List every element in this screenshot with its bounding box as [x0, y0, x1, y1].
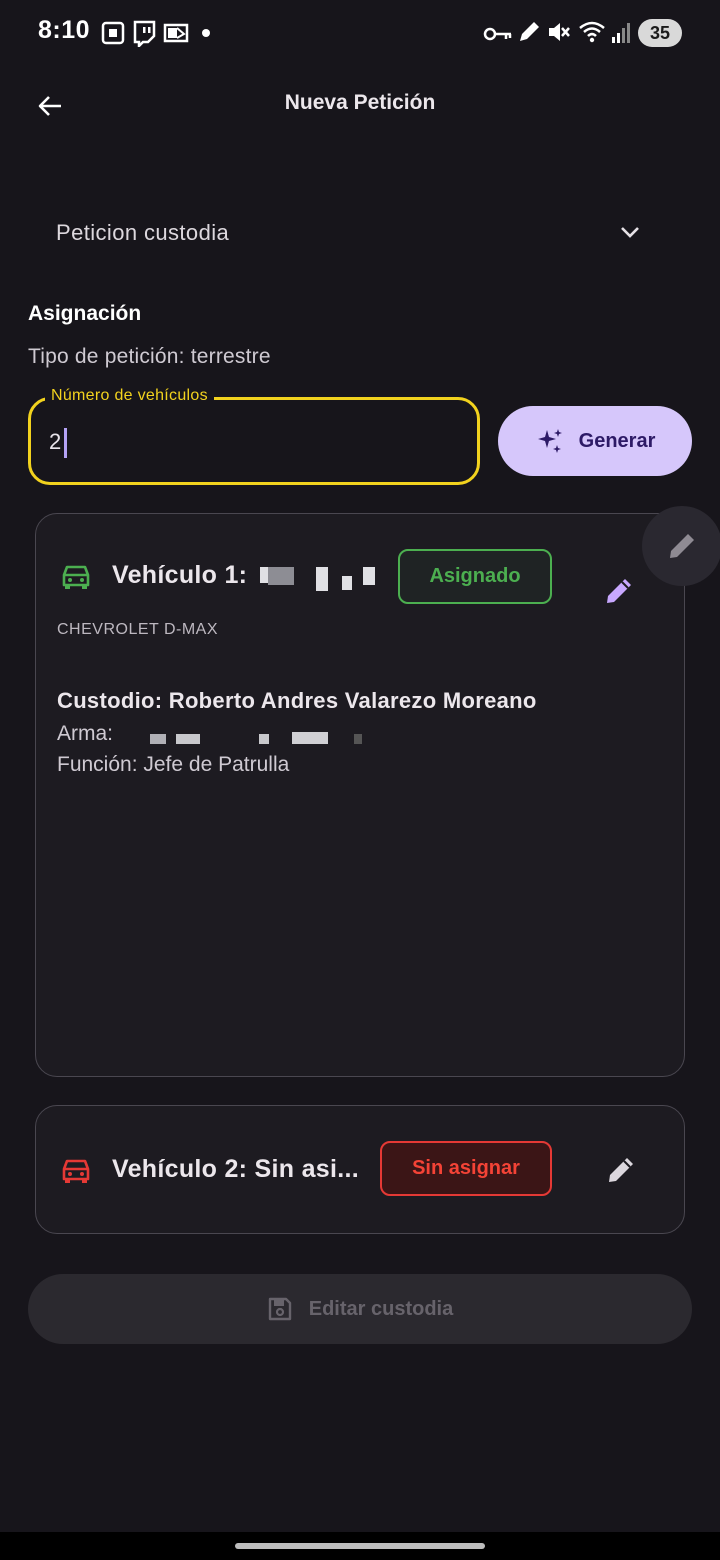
- car-icon: [62, 1159, 90, 1183]
- vehicle-2-title: Vehículo 2: Sin asi...: [112, 1155, 359, 1183]
- save-icon: [268, 1297, 291, 1321]
- function-label: Función: Jefe de Patrulla: [57, 753, 290, 776]
- status-badge: Sin asignar: [380, 1141, 552, 1196]
- edit-icon[interactable]: [604, 1153, 638, 1187]
- custodian-name: Custodio: Roberto Andres Valarezo Morean…: [57, 688, 537, 713]
- twitch-icon: [133, 20, 156, 47]
- status-badge: Asignado: [398, 549, 552, 604]
- vehicle-model: CHEVROLET D-MAX: [57, 621, 219, 638]
- page-title: Nueva Petición: [284, 91, 436, 114]
- floating-edit-button[interactable]: [642, 506, 720, 586]
- vehicle-1-title: Vehículo 1:: [112, 561, 248, 589]
- vehicle-count-label: Número de vehículos: [45, 387, 214, 405]
- generate-button-label: Generar: [578, 429, 656, 452]
- edit-icon: [670, 534, 694, 558]
- screen-record-icon: [101, 21, 125, 45]
- redacted-weapon: [150, 734, 166, 744]
- request-type-dropdown[interactable]: Peticion custodia: [28, 196, 692, 272]
- vpn-key-icon: [483, 27, 512, 41]
- sparkles-icon: [537, 429, 562, 453]
- redacted-plate: [260, 567, 268, 583]
- weapon-label: Arma:: [57, 722, 114, 745]
- status-bar: 8:10 35: [0, 0, 720, 66]
- generate-button[interactable]: Generar: [498, 406, 692, 476]
- outlook-icon: [163, 23, 189, 43]
- section-title: Asignación: [28, 302, 142, 325]
- pen-icon: [520, 22, 539, 41]
- mute-icon: [549, 23, 570, 41]
- text-caret: [64, 428, 67, 458]
- vehicle-count-input[interactable]: [49, 422, 449, 462]
- chevron-down-icon: [621, 227, 639, 238]
- vehicle-card-1[interactable]: Vehículo 1: Asignado CHEVROLET D-MAX Cus…: [35, 513, 685, 1077]
- vehicle-card-2[interactable]: Vehículo 2: Sin asi... Sin asignar: [35, 1105, 685, 1234]
- vehicle-count-field[interactable]: Número de vehículos: [28, 387, 480, 485]
- status-time: 8:10: [38, 16, 91, 44]
- screen: 8:10 35 Nueva Petición Peticion custodia…: [0, 0, 720, 1560]
- dropdown-selected-value: Peticion custodia: [56, 220, 230, 245]
- request-type-text: Tipo de petición: terrestre: [28, 345, 271, 368]
- car-icon: [62, 565, 90, 589]
- edit-icon[interactable]: [602, 574, 636, 608]
- edit-custody-label: Editar custodia: [308, 1297, 454, 1320]
- home-indicator[interactable]: [235, 1543, 485, 1549]
- wifi-icon: [579, 21, 605, 43]
- battery-indicator: 35: [638, 19, 682, 47]
- edit-custody-button[interactable]: Editar custodia: [28, 1274, 692, 1344]
- notification-dot-icon: [202, 29, 210, 37]
- signal-icon: [612, 23, 630, 43]
